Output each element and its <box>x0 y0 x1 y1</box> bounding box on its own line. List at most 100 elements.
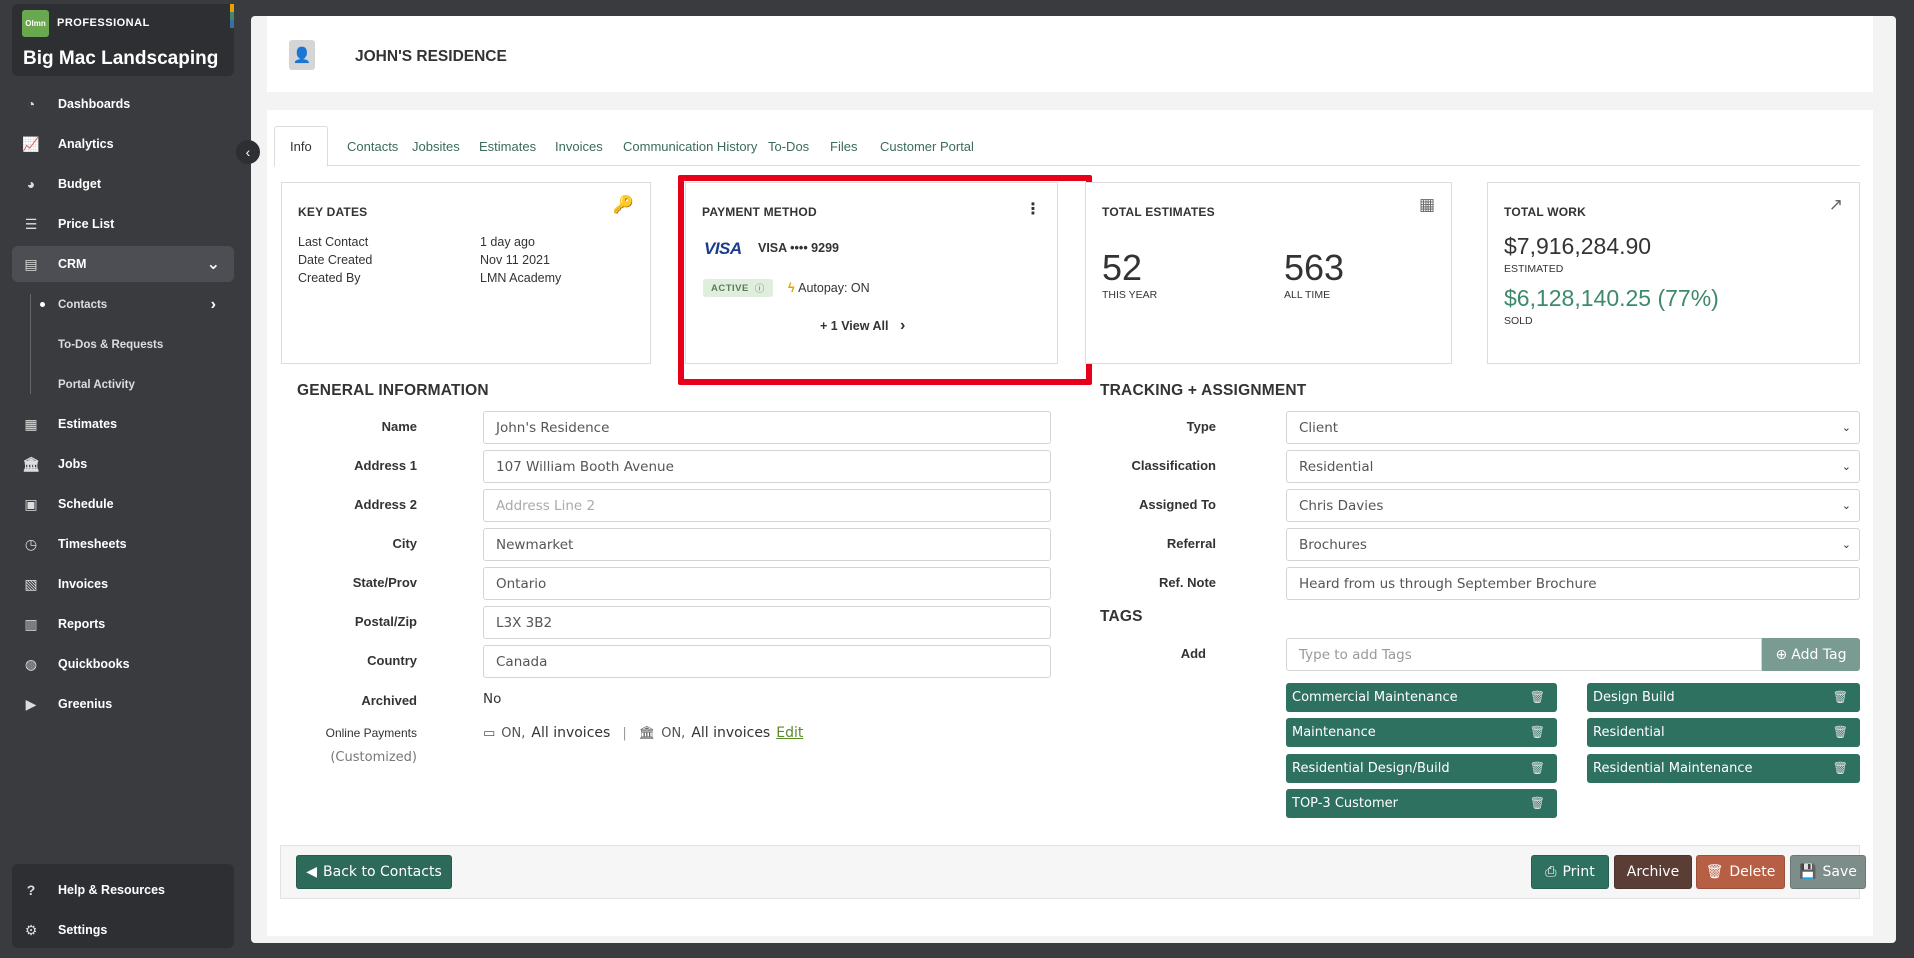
chevron-down-icon: ⌄ <box>1841 421 1851 434</box>
sidebar-item-schedule[interactable]: ▣ Schedule <box>12 486 234 522</box>
tab-info[interactable]: Info <box>274 126 328 167</box>
archive-button[interactable]: Archive <box>1614 855 1692 889</box>
report-icon: ▥ <box>24 615 38 632</box>
sidebar-item-reports[interactable]: ▥ Reports <box>12 606 234 642</box>
tag-chip[interactable]: TOP-3 Customer 🗑 <box>1286 789 1557 818</box>
sidebar: Olmn PROFESSIONAL Big Mac Landscaping ◔ … <box>0 0 244 958</box>
tag-chip[interactable]: Residential 🗑 <box>1587 718 1860 747</box>
main-panel: 👤 JOHN'S RESIDENCE Info Contacts Jobsite… <box>251 16 1896 943</box>
address1-field[interactable]: 107 William Booth Avenue <box>483 450 1051 483</box>
city-field[interactable]: Newmarket <box>483 528 1051 561</box>
tracking-title: TRACKING + ASSIGNMENT <box>1100 382 1307 399</box>
brand-tier: PROFESSIONAL <box>57 17 150 29</box>
add-tag-button[interactable]: ⊕ Add Tag <box>1762 638 1860 671</box>
back-to-contacts-button[interactable]: ◀ Back to Contacts <box>296 855 452 889</box>
crm-icon: ▤ <box>24 255 38 272</box>
sidebar-item-settings[interactable]: ⚙ Settings <box>12 912 234 948</box>
sidebar-item-analytics[interactable]: 📈 Analytics <box>12 126 234 162</box>
tag-chip[interactable]: Commercial Maintenance 🗑 <box>1286 683 1557 712</box>
tag-input[interactable]: Type to add Tags <box>1286 638 1762 671</box>
referral-select[interactable]: Brochures ⌄ <box>1286 528 1860 561</box>
building-icon: 🏛 <box>22 455 40 472</box>
sidebar-item-quickbooks[interactable]: ◍ Quickbooks <box>12 646 234 682</box>
floppy-disk-icon: 💾 <box>1799 864 1817 880</box>
tab-invoices[interactable]: Invoices <box>540 126 618 166</box>
collapse-sidebar-button[interactable]: ‹ <box>236 140 260 164</box>
sidebar-item-price-list[interactable]: ☰ Price List <box>12 206 234 242</box>
name-field[interactable]: John's Residence <box>483 411 1051 444</box>
sidebar-item-label: Help & Resources <box>58 883 165 897</box>
page-title: JOHN'S RESIDENCE <box>355 48 507 65</box>
classification-select[interactable]: Residential ⌄ <box>1286 450 1860 483</box>
country-field[interactable]: Canada <box>483 645 1051 678</box>
sidebar-item-invoices[interactable]: ▧ Invoices <box>12 566 234 602</box>
tag-chip[interactable]: Design Build 🗑 <box>1587 683 1860 712</box>
trash-icon[interactable]: 🗑 <box>1530 690 1545 704</box>
tag-chip[interactable]: Residential Maintenance 🗑 <box>1587 754 1860 783</box>
sidebar-item-help[interactable]: ? Help & Resources <box>12 872 234 908</box>
play-icon: ▶ <box>25 695 37 712</box>
plus-circle-icon: ⊕ <box>1775 646 1788 663</box>
chevron-down-icon: ⌄ <box>206 256 220 273</box>
address2-field[interactable]: Address Line 2 <box>483 489 1051 522</box>
tag-label: Design Build <box>1593 690 1675 705</box>
key-date-label: Created By <box>298 271 361 285</box>
trash-icon[interactable]: 🗑 <box>1530 761 1545 775</box>
tab-customer-portal[interactable]: Customer Portal <box>865 126 989 166</box>
total-work-title: TOTAL WORK <box>1504 205 1586 219</box>
sidebar-item-dashboards[interactable]: ◔ Dashboards <box>12 86 234 122</box>
type-select[interactable]: Client ⌄ <box>1286 411 1860 444</box>
print-button-label: Print <box>1562 864 1595 880</box>
key-date-label: Last Contact <box>298 235 369 249</box>
company-name[interactable]: Big Mac Landscaping <box>23 48 218 70</box>
sidebar-sub-contacts[interactable]: Contacts › <box>12 290 234 320</box>
sidebar-sub-label: Portal Activity <box>58 379 135 391</box>
save-button[interactable]: 💾 Save <box>1790 855 1866 889</box>
ref-note-field[interactable]: Heard from us through September Brochure <box>1286 567 1860 600</box>
delete-button[interactable]: 🗑 Delete <box>1696 855 1785 889</box>
chevron-down-icon: ⌄ <box>1841 538 1851 551</box>
name-label: Name <box>381 419 417 434</box>
tab-communication-history[interactable]: Communication History <box>608 126 772 166</box>
sidebar-item-label: Settings <box>58 923 108 937</box>
general-info-title: GENERAL INFORMATION <box>297 382 489 399</box>
sidebar-item-estimates[interactable]: ▦ Estimates <box>12 406 234 442</box>
chevron-left-icon: ‹ <box>245 144 251 160</box>
trash-icon[interactable]: 🗑 <box>1833 761 1848 775</box>
state-label: State/Prov <box>352 575 417 590</box>
sidebar-item-label: Estimates <box>58 417 118 431</box>
trash-icon[interactable]: 🗑 <box>1833 725 1848 739</box>
address2-label: Address 2 <box>354 497 417 512</box>
sidebar-item-greenius[interactable]: ▶ Greenius <box>12 686 234 722</box>
tag-chip[interactable]: Residential Design/Build 🗑 <box>1286 754 1557 783</box>
referral-label: Referral <box>1166 536 1216 551</box>
trash-icon[interactable]: 🗑 <box>1530 725 1545 739</box>
sidebar-item-budget[interactable]: ◕ Budget <box>12 166 234 202</box>
sidebar-sub-todos[interactable]: To-Dos & Requests <box>12 330 234 360</box>
edit-link[interactable]: Edit <box>776 725 803 741</box>
trash-icon[interactable]: 🗑 <box>1833 690 1848 704</box>
sidebar-item-timesheets[interactable]: ◷ Timesheets <box>12 526 234 562</box>
invoice-icon: ▧ <box>24 575 38 592</box>
tag-label: Residential <box>1593 725 1665 740</box>
sidebar-item-crm[interactable]: ▤ CRM ⌄ <box>12 246 234 282</box>
tag-chip[interactable]: Maintenance 🗑 <box>1286 718 1557 747</box>
state-field[interactable]: Ontario <box>483 567 1051 600</box>
postal-field[interactable]: L3X 3B2 <box>483 606 1051 639</box>
tab-estimates[interactable]: Estimates <box>464 126 551 166</box>
gear-icon: ⚙ <box>24 921 38 938</box>
postal-label: Postal/Zip <box>354 614 417 629</box>
print-button[interactable]: ⎙ Print <box>1531 855 1609 889</box>
sidebar-sub-portal-activity[interactable]: Portal Activity <box>12 370 234 400</box>
trash-icon[interactable]: 🗑 <box>1530 796 1545 810</box>
tab-todos[interactable]: To-Dos <box>753 126 824 166</box>
calendar-icon: ▣ <box>24 495 38 512</box>
list-icon: ☰ <box>24 215 38 232</box>
key-icon: 🔑 <box>612 195 634 214</box>
tab-files[interactable]: Files <box>815 126 872 166</box>
printer-icon: ⎙ <box>1545 864 1557 880</box>
key-date-value: Nov 11 2021 <box>480 253 550 267</box>
estimated-label: ESTIMATED <box>1504 263 1564 275</box>
assigned-to-select[interactable]: Chris Davies ⌄ <box>1286 489 1860 522</box>
sidebar-item-jobs[interactable]: 🏛 Jobs <box>12 446 234 482</box>
